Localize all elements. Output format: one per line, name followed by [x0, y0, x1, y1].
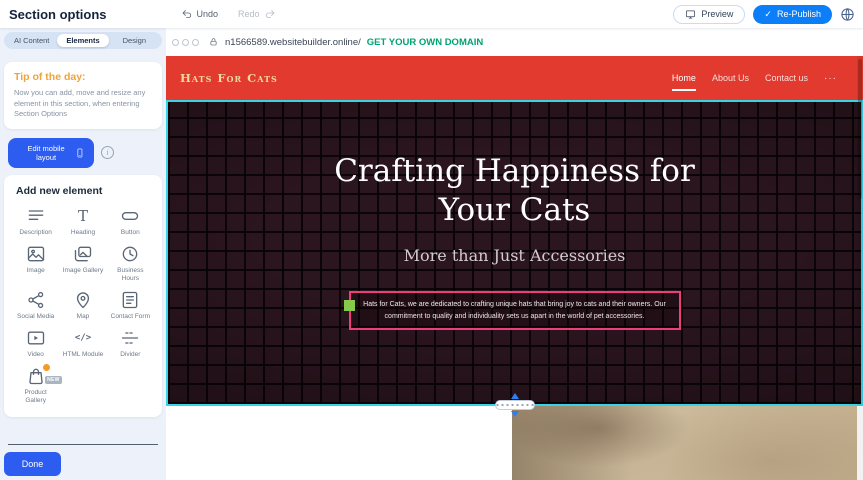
window-dot-icon [182, 39, 189, 46]
button-pill-icon [120, 206, 140, 226]
sidebar: AI Content Elements Design Tip of the da… [0, 28, 166, 480]
element-contact-form[interactable]: Contact Form [107, 290, 154, 321]
undo-arrow-icon [181, 8, 193, 20]
edit-mobile-row: Edit mobile layout i [4, 138, 162, 168]
site-nav: Home About Us Contact us ··· [672, 73, 837, 84]
share-nodes-icon [26, 290, 46, 310]
element-drag-handle[interactable] [344, 300, 355, 311]
tip-card: Tip of the day: Now you can add, move an… [4, 62, 162, 129]
nav-item-contact[interactable]: Contact us [765, 73, 808, 83]
scrollbar-thumb[interactable] [858, 59, 862, 199]
republish-label: Re-Publish [777, 9, 821, 19]
tip-body: Now you can add, move and resize any ele… [14, 88, 152, 120]
arrow-down-icon [511, 411, 519, 417]
undo-button[interactable]: Undo [179, 6, 221, 22]
element-divider[interactable]: Divider [107, 328, 154, 359]
tab-design[interactable]: Design [109, 34, 160, 47]
image-icon [26, 244, 46, 264]
browser-bar: n1566589.websitebuilder.online/ GET YOUR… [166, 28, 863, 56]
main-area: n1566589.websitebuilder.online/ GET YOUR… [166, 28, 863, 480]
form-document-icon [120, 290, 140, 310]
nav-item-about[interactable]: About Us [712, 73, 749, 83]
nav-item-home[interactable]: Home [672, 73, 696, 83]
info-icon[interactable]: i [101, 146, 114, 159]
next-section-image[interactable] [512, 406, 857, 480]
site-url: n1566589.websitebuilder.online/ [225, 37, 361, 48]
check-icon: ✓ [764, 9, 772, 20]
redo-arrow-icon [264, 8, 276, 20]
nav-more-icon[interactable]: ··· [824, 73, 837, 84]
code-brackets-icon: </> [75, 328, 91, 348]
element-button[interactable]: Button [107, 206, 154, 237]
preview-label: Preview [701, 9, 733, 19]
tab-ai-content[interactable]: AI Content [6, 34, 57, 47]
site-logo[interactable]: Hats For Cats [180, 71, 278, 85]
site-preview: Hats For Cats Home About Us Contact us ·… [166, 56, 863, 480]
page-title: Section options [0, 7, 107, 22]
video-play-icon [26, 328, 46, 348]
preview-scrollbar[interactable] [857, 56, 863, 480]
element-map[interactable]: Map [59, 290, 106, 321]
map-pin-icon [73, 290, 93, 310]
hero-body-text: Hats for Cats, we are dedicated to craft… [363, 301, 666, 320]
element-video[interactable]: Video [12, 328, 59, 359]
tab-elements[interactable]: Elements [57, 34, 108, 47]
lock-icon [209, 37, 218, 47]
sidebar-bottom: Done [4, 444, 162, 476]
hero-text-element[interactable]: Hats for Cats, we are dedicated to craft… [349, 291, 681, 330]
element-grid: Description T Heading Button [12, 206, 154, 406]
element-html-module[interactable]: </> HTML Module [59, 328, 106, 359]
element-image[interactable]: Image [12, 244, 59, 283]
get-domain-link[interactable]: GET YOUR OWN DOMAIN [367, 37, 483, 48]
element-product-gallery[interactable]: NEW Product Gallery [12, 366, 59, 405]
element-heading[interactable]: T Heading [59, 206, 106, 237]
phone-icon [75, 145, 85, 161]
text-lines-icon [26, 206, 46, 226]
done-button[interactable]: Done [4, 452, 61, 476]
clock-icon [120, 244, 140, 264]
add-panel-title: Add new element [12, 185, 154, 197]
tip-title: Tip of the day: [14, 71, 152, 83]
divider-line-icon [120, 328, 140, 348]
redo-button[interactable]: Redo [236, 6, 278, 22]
next-section [166, 406, 863, 480]
resize-handle-dots [495, 400, 535, 410]
monitor-icon [685, 9, 696, 20]
republish-button[interactable]: ✓ Re-Publish [753, 5, 832, 24]
edit-mobile-layout-button[interactable]: Edit mobile layout [8, 138, 94, 168]
arrow-up-icon [511, 393, 519, 399]
app-root: Section options Undo Redo Preview [0, 0, 863, 480]
section-resize-handle[interactable] [495, 393, 535, 417]
site-header: Hats For Cats Home About Us Contact us ·… [166, 56, 863, 100]
undo-label: Undo [197, 9, 219, 19]
globe-icon[interactable] [840, 7, 855, 22]
hero-subheading[interactable]: More than Just Accessories [404, 246, 626, 265]
window-dot-icon [172, 39, 179, 46]
topbar: Section options Undo Redo Preview [0, 0, 863, 28]
sidebar-tabs: AI Content Elements Design [4, 32, 162, 49]
element-social-media[interactable]: Social Media [12, 290, 59, 321]
window-dot-icon [192, 39, 199, 46]
edit-mobile-label: Edit mobile layout [17, 144, 75, 162]
undo-redo-group: Undo Redo [179, 6, 278, 22]
sidebar-divider [8, 444, 158, 445]
selected-hero-section[interactable]: Crafting Happiness for Your Cats More th… [166, 100, 863, 406]
element-image-gallery[interactable]: Image Gallery [59, 244, 106, 283]
notification-dot [43, 364, 50, 371]
element-business-hours[interactable]: Business Hours [107, 244, 154, 283]
hero-heading[interactable]: Crafting Happiness for Your Cats [330, 152, 700, 230]
new-badge: NEW [45, 376, 62, 384]
topbar-actions: Preview ✓ Re-Publish [673, 5, 863, 24]
image-gallery-icon [73, 244, 93, 264]
add-element-panel: Add new element Description T Heading [4, 175, 162, 418]
element-description[interactable]: Description [12, 206, 59, 237]
preview-button[interactable]: Preview [673, 5, 745, 24]
heading-t-icon: T [78, 206, 88, 226]
redo-label: Redo [238, 9, 260, 19]
